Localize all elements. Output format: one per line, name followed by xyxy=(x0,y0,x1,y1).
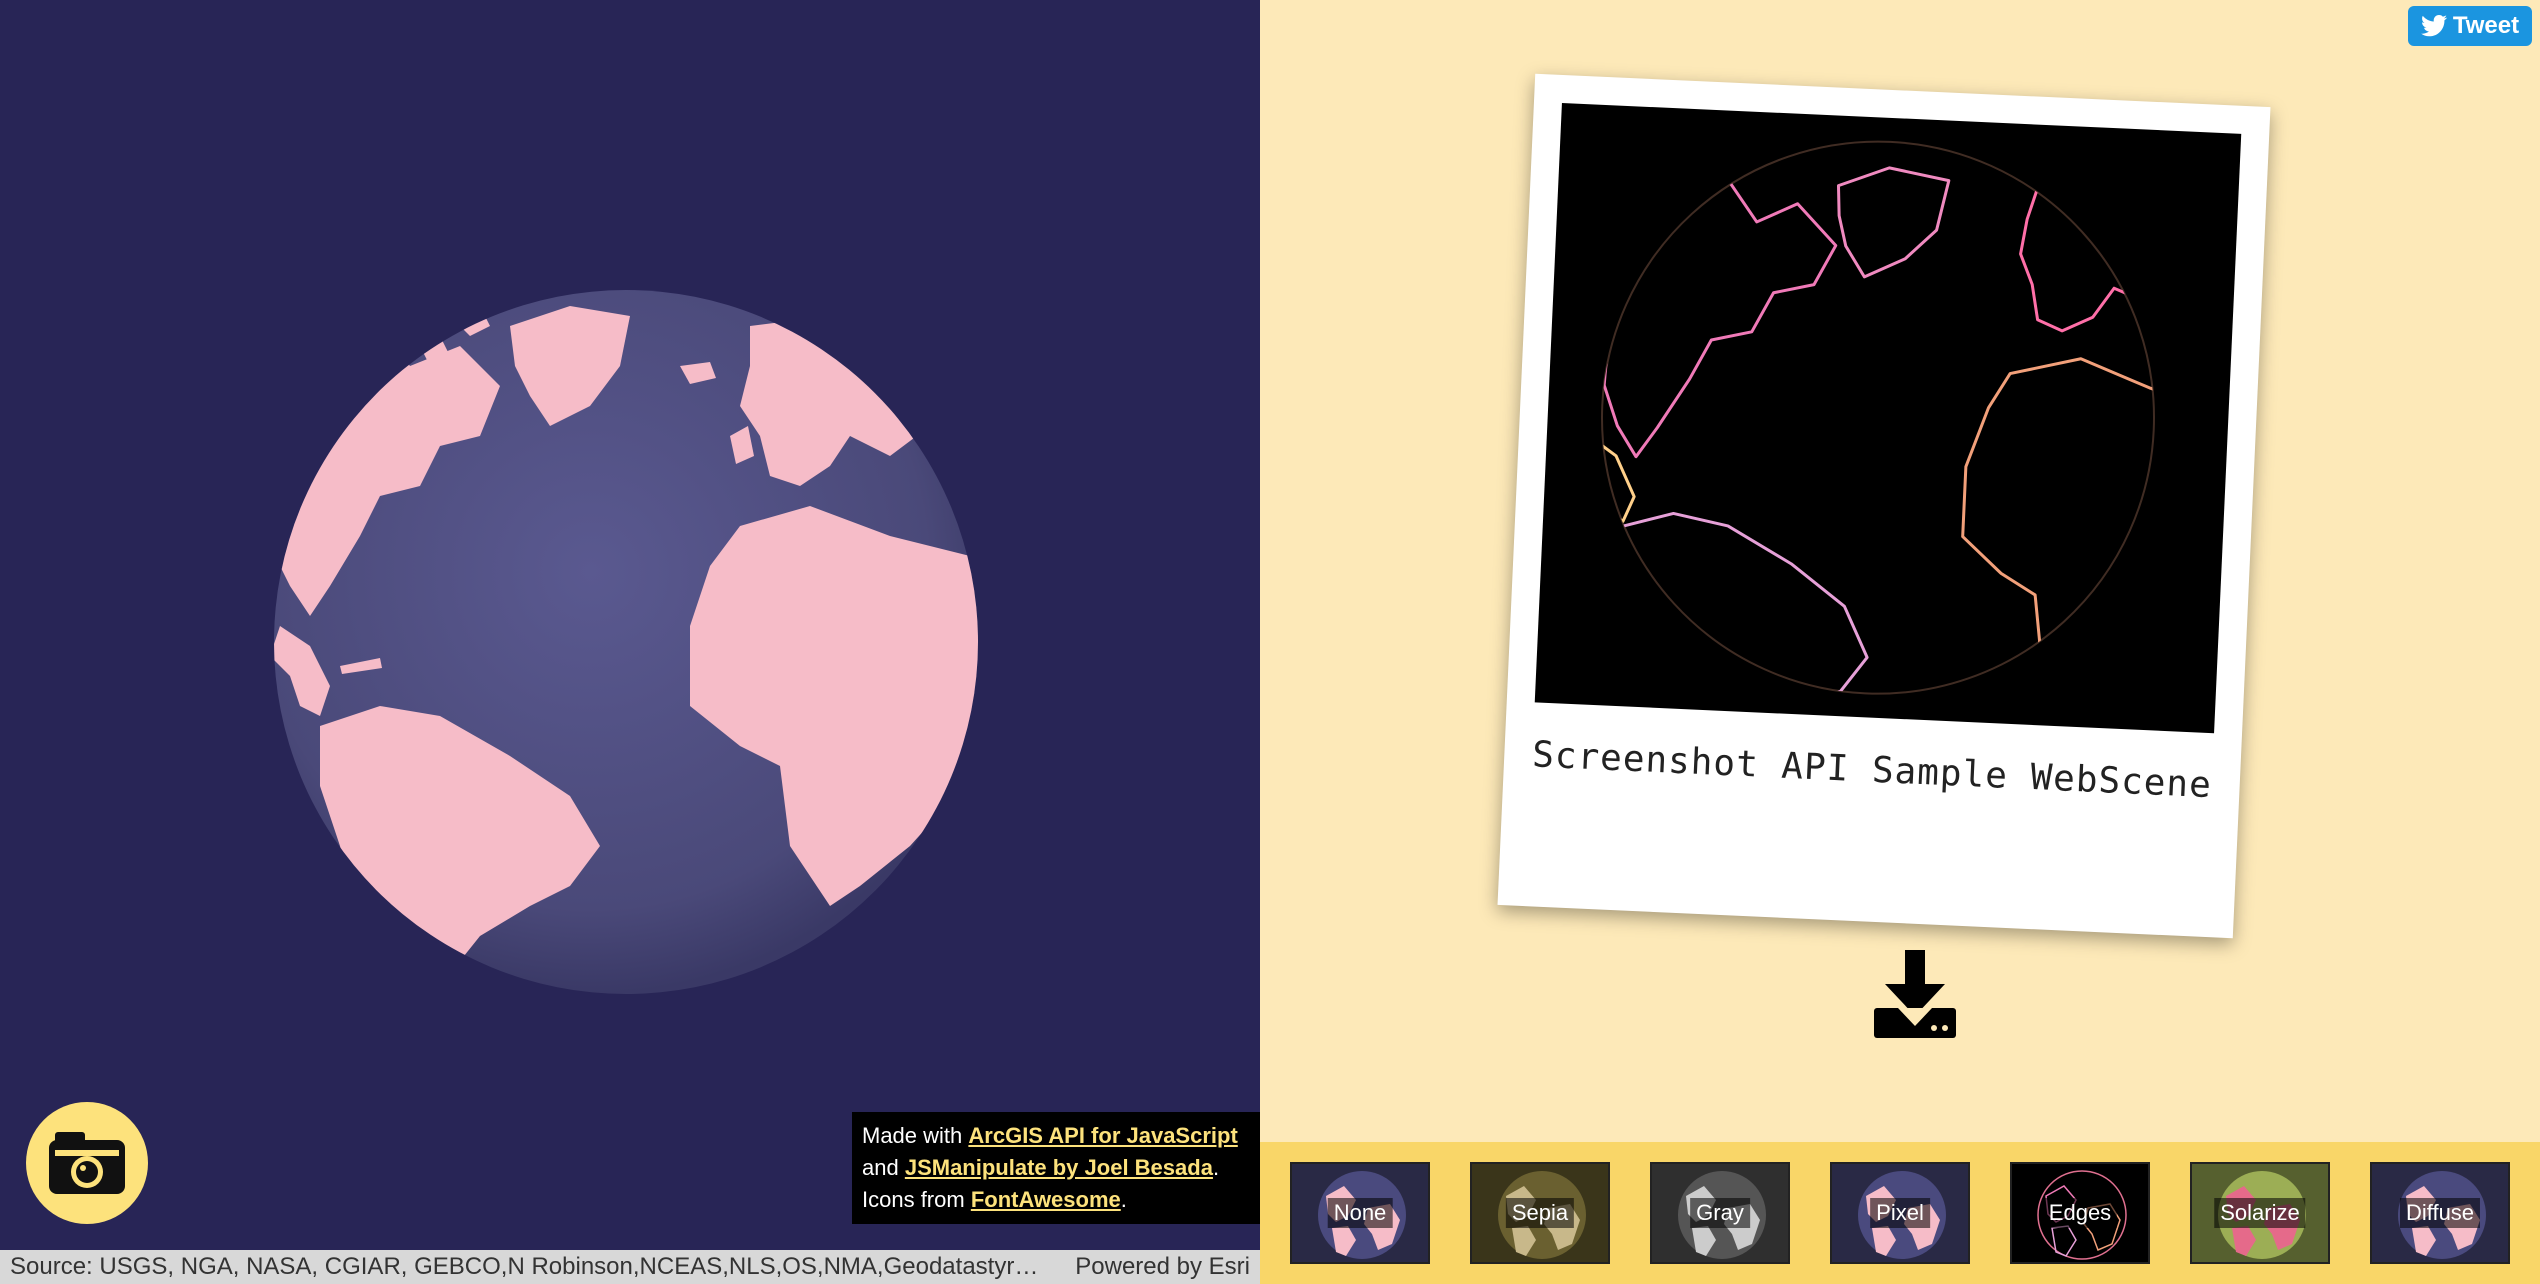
screenshot-polaroid: Screenshot API Sample WebScene xyxy=(1497,73,2271,939)
tweet-button[interactable]: Tweet xyxy=(2408,6,2532,46)
attribution-bar[interactable]: Source: USGS, NGA, NASA, CGIAR, GEBCO,N … xyxy=(0,1250,1260,1284)
filter-label: Edges xyxy=(2042,1198,2118,1228)
globe[interactable] xyxy=(270,286,982,998)
download-icon xyxy=(1874,950,1956,1038)
download-button[interactable] xyxy=(1872,950,1958,1040)
filter-label: Diffuse xyxy=(2399,1198,2481,1228)
screenshot-caption: Screenshot API Sample WebScene xyxy=(1531,734,2213,807)
filter-solarize[interactable]: Solarize xyxy=(2190,1162,2330,1264)
fontawesome-link[interactable]: FontAwesome xyxy=(971,1187,1121,1212)
filter-bar: None Sepia Gray Pixel Edges Solarize Diffuse xyxy=(1260,1142,2540,1284)
filter-sepia[interactable]: Sepia xyxy=(1470,1162,1610,1264)
credits-text: and xyxy=(862,1155,905,1180)
credits-panel: Made with ArcGIS API for JavaScript and … xyxy=(852,1112,1260,1224)
credits-text: . xyxy=(1120,1187,1127,1212)
tweet-label: Tweet xyxy=(2452,12,2520,39)
screenshot-image xyxy=(1534,102,2242,734)
attribution-source[interactable]: Source: USGS, NGA, NASA, CGIAR, GEBCO,N … xyxy=(10,1250,1050,1284)
filter-label: Sepia xyxy=(1505,1198,1575,1228)
filter-none[interactable]: None xyxy=(1290,1162,1430,1264)
filter-diffuse[interactable]: Diffuse xyxy=(2370,1162,2510,1264)
filter-edges[interactable]: Edges xyxy=(2010,1162,2150,1264)
camera-icon xyxy=(49,1132,125,1194)
filter-label: None xyxy=(1327,1198,1393,1228)
edges-globe-image xyxy=(1589,140,2167,706)
filter-label: Gray xyxy=(1690,1198,1750,1228)
screenshot-button[interactable] xyxy=(26,1102,148,1224)
jsmanipulate-link[interactable]: JSManipulate by Joel Besada xyxy=(905,1155,1213,1180)
credits-text: . xyxy=(1212,1155,1220,1180)
filter-label: Solarize xyxy=(2214,1198,2306,1228)
arcgis-link[interactable]: ArcGIS API for JavaScript xyxy=(968,1123,1237,1148)
twitter-bird-icon xyxy=(2420,15,2447,37)
globe-graphic xyxy=(274,290,978,994)
filter-gray[interactable]: Gray xyxy=(1650,1162,1790,1264)
credits-text: Made with xyxy=(862,1123,969,1148)
powered-by-esri[interactable]: Powered by Esri xyxy=(1075,1250,1250,1284)
credits-text: Icons from xyxy=(862,1187,971,1212)
result-panel: Tweet Screenshot API Sample WebScene Non… xyxy=(1260,0,2540,1284)
filter-pixel[interactable]: Pixel xyxy=(1830,1162,1970,1264)
scene-view[interactable]: Made with ArcGIS API for JavaScript and … xyxy=(0,0,1260,1284)
filter-label: Pixel xyxy=(1870,1198,1930,1228)
